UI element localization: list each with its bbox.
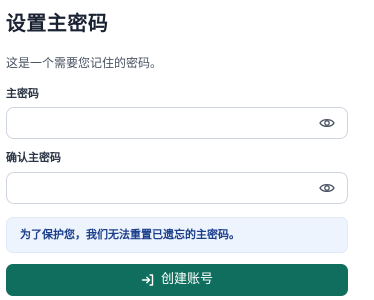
eye-icon[interactable]	[319, 117, 335, 129]
confirm-password-label: 确认主密码	[6, 151, 61, 164]
password-reset-notice: 为了保护您，我们无法重置已遗忘的主密码。	[6, 217, 348, 253]
confirm-password-field-container	[6, 172, 348, 205]
login-arrow-icon	[141, 274, 154, 286]
page-title: 设置主密码	[6, 11, 109, 35]
master-password-input[interactable]	[15, 108, 319, 140]
confirm-password-input[interactable]	[15, 173, 319, 205]
page-subtitle: 这是一个需要您记住的密码。	[6, 56, 163, 70]
notice-text: 为了保护您，我们无法重置已遗忘的主密码。	[20, 228, 240, 241]
create-account-button[interactable]: 创建账号	[6, 264, 348, 296]
set-master-password-page: 设置主密码 这是一个需要您记住的密码。 主密码 确认主密码 为了保护您，我们无法…	[0, 0, 374, 300]
master-password-field-container	[6, 107, 348, 140]
create-account-label: 创建账号	[160, 272, 213, 287]
eye-icon[interactable]	[319, 182, 335, 194]
master-password-label: 主密码	[6, 87, 39, 100]
